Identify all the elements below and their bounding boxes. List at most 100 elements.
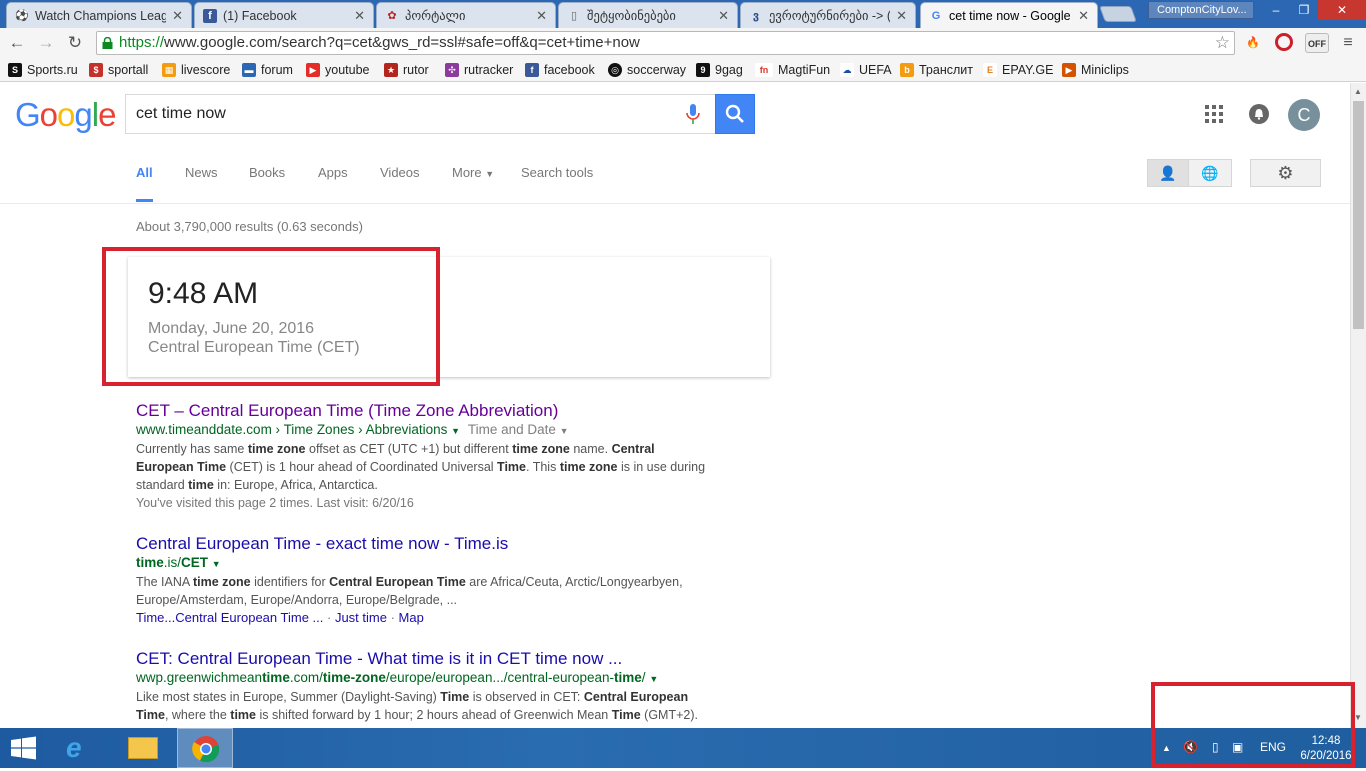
bookmark-magtifun[interactable]: fn MagtiFun bbox=[755, 62, 830, 78]
chevron-down-icon[interactable]: ▼ bbox=[560, 426, 569, 436]
scroll-up-arrow-icon[interactable]: ▲ bbox=[1354, 87, 1362, 96]
snippet-line: Europe/Amsterdam, Europe/Andorra, Europe… bbox=[136, 593, 458, 607]
tab-news[interactable]: News bbox=[185, 165, 218, 180]
browser-tab-eurotournaments[interactable]: ვ ევროტურნირები -> ( ✕ bbox=[740, 2, 916, 28]
avatar[interactable]: C bbox=[1288, 99, 1320, 131]
bookmark-livescore[interactable]: ▦ livescore bbox=[162, 62, 230, 78]
tab-close-icon[interactable]: ✕ bbox=[1078, 8, 1089, 24]
search-button[interactable] bbox=[715, 94, 755, 134]
browser-tab-facebook[interactable]: f (1) Facebook ✕ bbox=[194, 2, 374, 28]
bookmark-sportsru[interactable]: S Sports.ru bbox=[8, 62, 78, 78]
tab-close-icon[interactable]: ✕ bbox=[354, 8, 365, 24]
back-arrow-icon[interactable]: ← bbox=[6, 32, 28, 54]
tab-videos[interactable]: Videos bbox=[380, 165, 420, 180]
settings-button[interactable]: ⚙ bbox=[1250, 159, 1321, 187]
result-url: www.timeanddate.com › Time Zones › Abbre… bbox=[136, 421, 756, 440]
new-tab-button[interactable] bbox=[1099, 6, 1137, 22]
snippet-line: Currently has same time zone offset as C… bbox=[136, 442, 655, 456]
result-sitelinks: Time...Central European Time ... · Just … bbox=[136, 610, 424, 625]
tab-title: შეტყობინებები bbox=[587, 9, 676, 23]
bookmark-youtube[interactable]: ▶ youtube bbox=[306, 62, 369, 78]
search-input[interactable]: cet time now bbox=[125, 94, 715, 134]
internet-explorer-icon[interactable]: e bbox=[52, 728, 108, 768]
personal-results-button[interactable]: 👤 bbox=[1147, 159, 1189, 187]
browser-tab-portal[interactable]: ✿ პორტალი ✕ bbox=[376, 2, 556, 28]
bookmark-star-icon[interactable]: ☆ bbox=[1215, 32, 1230, 54]
opera-vpn-icon[interactable] bbox=[1275, 33, 1293, 51]
result-url: wwp.greenwichmeantime.com/time-zone/euro… bbox=[136, 669, 776, 688]
sitelink[interactable]: Just time bbox=[335, 610, 387, 625]
translit-icon: b bbox=[900, 63, 914, 77]
bookmark-soccerway[interactable]: ◎ soccerway bbox=[608, 62, 686, 78]
notifications-bell-icon[interactable] bbox=[1249, 104, 1269, 124]
epay-icon: E bbox=[983, 63, 997, 77]
result-snippet: The IANA time zone identifiers for Centr… bbox=[136, 573, 756, 609]
apps-grid-icon[interactable] bbox=[1205, 105, 1223, 123]
reload-icon[interactable]: ↻ bbox=[64, 32, 86, 54]
google-icon: G bbox=[931, 9, 941, 22]
rutracker-icon: ✣ bbox=[445, 63, 459, 77]
google-header: Google cet time now C bbox=[0, 83, 1350, 146]
scroll-down-arrow-icon[interactable]: ▼ bbox=[1354, 713, 1362, 722]
tab-all[interactable]: All bbox=[136, 165, 153, 180]
bookmark-rutracker[interactable]: ✣ rutracker bbox=[445, 62, 513, 78]
address-bar[interactable]: https://www.google.com/search?q=cet&gws_… bbox=[96, 31, 1235, 55]
restore-icon[interactable]: ❐ bbox=[1290, 0, 1318, 20]
close-window-icon[interactable]: ✕ bbox=[1318, 0, 1366, 20]
tab-close-icon[interactable]: ✕ bbox=[718, 8, 729, 24]
browser-tab-google[interactable]: G cet time now - Google S ✕ bbox=[920, 2, 1098, 28]
bookmark-translit[interactable]: b Транслит bbox=[900, 62, 973, 78]
sitelink[interactable]: Map bbox=[399, 610, 424, 625]
sportall-icon: $ bbox=[89, 63, 103, 77]
menu-icon[interactable]: ≡ bbox=[1338, 33, 1358, 53]
facebook-icon: f bbox=[203, 8, 217, 23]
hide-personal-results-button[interactable]: 🌐 bbox=[1189, 159, 1232, 187]
result-url-text: time.is/CET bbox=[136, 555, 209, 570]
chrome-taskbar-icon[interactable] bbox=[177, 728, 233, 768]
extension-off-icon[interactable]: OFF bbox=[1305, 33, 1329, 53]
tab-title: პორტალი bbox=[405, 9, 466, 23]
chevron-down-icon[interactable]: ▼ bbox=[649, 674, 658, 684]
tab-more[interactable]: More ▼ bbox=[452, 165, 494, 180]
start-button[interactable] bbox=[0, 728, 48, 768]
result-title-link[interactable]: Central European Time - exact time now -… bbox=[136, 534, 756, 554]
tab-apps[interactable]: Apps bbox=[318, 165, 348, 180]
bookmark-rutor[interactable]: ★ rutor bbox=[384, 62, 429, 78]
profile-button[interactable]: ComptonCityLov... bbox=[1148, 1, 1254, 19]
livescore-icon: ▦ bbox=[162, 63, 176, 77]
bookmark-9gag[interactable]: 9 9gag bbox=[696, 62, 743, 78]
bookmark-epay[interactable]: E EPAY.GE bbox=[983, 62, 1053, 78]
result-title-link[interactable]: CET – Central European Time (Time Zone A… bbox=[136, 401, 756, 421]
result-snippet: Like most states in Europe, Summer (Dayl… bbox=[136, 688, 776, 724]
search-result: CET: Central European Time - What time i… bbox=[136, 649, 776, 724]
browser-tab-champions[interactable]: ⚽ Watch Champions Leag ✕ bbox=[6, 2, 192, 28]
result-snippet: Currently has same time zone offset as C… bbox=[136, 440, 756, 494]
microphone-icon[interactable] bbox=[686, 104, 700, 126]
bookmark-facebook[interactable]: f facebook bbox=[525, 62, 595, 78]
tab-close-icon[interactable]: ✕ bbox=[172, 8, 183, 24]
tab-search-tools[interactable]: Search tools bbox=[521, 165, 593, 180]
tab-close-icon[interactable]: ✕ bbox=[536, 8, 547, 24]
chevron-down-icon[interactable]: ▼ bbox=[451, 426, 460, 436]
snippet-line: standard time in: Europe, Africa, Antarc… bbox=[136, 478, 378, 492]
browser-tab-messages[interactable]: ▯ შეტყობინებები ✕ bbox=[558, 2, 738, 28]
bookmark-sportall[interactable]: $ sportall bbox=[89, 62, 148, 78]
sitelink[interactable]: Time...Central European Time ... bbox=[136, 610, 323, 625]
bookmark-forum[interactable]: ▬ forum bbox=[242, 62, 293, 78]
minimize-icon[interactable]: – bbox=[1262, 0, 1290, 20]
bookmark-uefa[interactable]: ☁ UEFA bbox=[840, 62, 892, 78]
google-logo[interactable]: Google bbox=[15, 96, 116, 134]
person-icon: 👤 bbox=[1159, 165, 1177, 181]
extension-fire-icon[interactable]: 🔥 bbox=[1243, 33, 1263, 53]
page-scrollbar[interactable]: ▲ ▼ bbox=[1350, 83, 1366, 728]
forward-arrow-icon[interactable]: → bbox=[35, 32, 57, 54]
result-title-link[interactable]: CET: Central European Time - What time i… bbox=[136, 649, 776, 669]
chevron-down-icon: ▼ bbox=[485, 169, 495, 179]
file-explorer-icon[interactable] bbox=[114, 728, 170, 768]
scrollbar-thumb[interactable] bbox=[1353, 101, 1364, 329]
chevron-down-icon[interactable]: ▼ bbox=[212, 559, 221, 569]
tab-books[interactable]: Books bbox=[249, 165, 285, 180]
tab-close-icon[interactable]: ✕ bbox=[896, 8, 907, 24]
bookmark-miniclips[interactable]: ▶ Miniclips bbox=[1062, 62, 1129, 78]
tab-title: ევროტურნირები -> ( bbox=[769, 9, 891, 23]
